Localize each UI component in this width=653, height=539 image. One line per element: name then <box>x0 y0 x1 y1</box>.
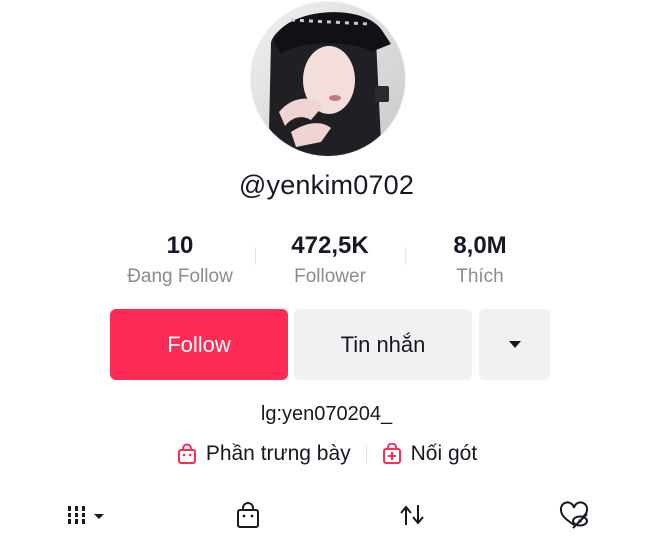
message-button[interactable]: Tin nhắn <box>294 309 472 380</box>
stat-likes-label: Thích <box>456 266 504 287</box>
stat-following-count: 10 <box>166 232 194 259</box>
stat-following[interactable]: 10 Đang Follow <box>105 232 255 292</box>
stat-followers[interactable]: 472,5K Follower <box>255 232 405 292</box>
showcase-link[interactable]: Phần trưng bày <box>176 442 351 466</box>
stat-following-label: Đang Follow <box>127 266 233 287</box>
tab-shop[interactable] <box>228 500 268 539</box>
showcase-link-label: Phần trưng bày <box>205 442 351 465</box>
duet-link[interactable]: Nối gót <box>381 442 478 466</box>
stat-followers-count: 472,5K <box>291 232 369 259</box>
videos-grid-icon <box>68 506 104 524</box>
shopping-bag-icon <box>176 443 198 465</box>
profile-links: Phần trưng bày Nối gót <box>0 437 653 471</box>
tab-liked[interactable] <box>553 500 595 539</box>
profile-page: @yenkim0702 10 Đang Follow 472,5K Follow… <box>0 0 653 539</box>
stat-followers-label: Follower <box>294 266 366 287</box>
tab-videos[interactable] <box>60 500 120 539</box>
stat-likes-count: 8,0M <box>453 232 507 259</box>
caret-down-icon <box>508 341 521 348</box>
liked-hidden-icon <box>559 501 589 529</box>
shop-bag-icon <box>237 502 259 528</box>
avatar-photo <box>251 2 405 156</box>
stats-row: 10 Đang Follow 472,5K Follower 8,0M Thíc… <box>100 232 550 296</box>
tab-repost[interactable] <box>392 500 432 539</box>
username: @yenkim0702 <box>238 170 415 200</box>
follow-button[interactable]: Follow <box>110 309 288 380</box>
more-options-button[interactable] <box>479 309 550 380</box>
add-box-icon <box>381 442 403 465</box>
bio-text: lg:yen070204_ <box>260 403 393 425</box>
profile-tabs <box>0 500 653 539</box>
link-divider <box>365 445 367 463</box>
repost-icon <box>400 505 424 525</box>
avatar[interactable] <box>251 2 405 156</box>
duet-link-label: Nối gót <box>410 442 478 465</box>
stat-likes[interactable]: 8,0M Thích <box>405 232 555 292</box>
